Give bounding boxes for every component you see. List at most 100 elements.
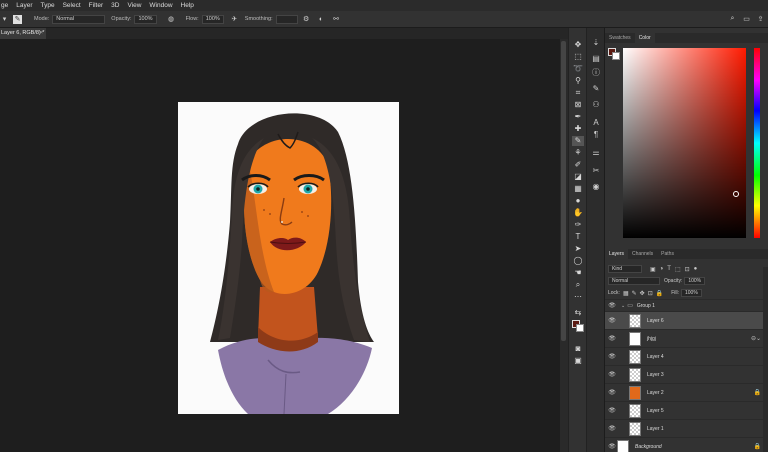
layer-row-jhjgj[interactable]: 👁 jhjgj ⊖⌄	[605, 329, 768, 347]
history-panel-icon[interactable]: ⇣	[590, 38, 602, 48]
workspace-icon[interactable]: ▭	[742, 15, 751, 24]
eye-icon[interactable]: 👁	[607, 302, 617, 309]
eye-icon[interactable]: 👁	[607, 443, 617, 450]
layer-row-background[interactable]: 👁 Background 🔒	[605, 437, 768, 452]
hue-slider[interactable]	[754, 48, 760, 238]
eye-icon[interactable]: 👁	[607, 335, 617, 342]
color-panel-background-swatch[interactable]	[612, 52, 620, 60]
tab-channels[interactable]: Channels	[628, 249, 657, 259]
layer-opacity-field[interactable]: 100%	[684, 277, 706, 285]
color-picker-cursor[interactable]	[733, 191, 739, 197]
airbrush-icon[interactable]: ✈	[230, 15, 239, 24]
eye-icon[interactable]: 👁	[607, 389, 617, 396]
menu-filter[interactable]: Filter	[85, 2, 107, 9]
gear-icon[interactable]: ⚙	[302, 15, 311, 24]
filter-adjustment-icon[interactable]: ◑	[660, 266, 664, 272]
eyedropper-tool-icon[interactable]: ✒	[572, 112, 584, 122]
quick-mask-icon[interactable]: ◙	[572, 344, 584, 354]
layer-row-layer-6[interactable]: 👁 Layer 6	[605, 311, 768, 329]
canvas-scrollbar[interactable]	[560, 39, 568, 452]
layer-row-layer-4[interactable]: 👁 Layer 4	[605, 347, 768, 365]
lock-artboard-icon[interactable]: ⊡	[648, 290, 653, 297]
menu-help[interactable]: Help	[177, 2, 198, 9]
eye-icon[interactable]: 👁	[607, 353, 617, 360]
brush-preset-icon[interactable]: ▾	[0, 15, 9, 24]
path-select-tool-icon[interactable]: ➤	[572, 244, 584, 254]
menu-3d[interactable]: 3D	[107, 2, 123, 9]
tab-paths[interactable]: Paths	[657, 249, 678, 259]
shape-tool-icon[interactable]: ◯	[572, 256, 584, 266]
brush-settings-icon[interactable]: ✎	[13, 14, 22, 24]
marquee-tool-icon[interactable]: ⬚	[572, 52, 584, 62]
tab-color[interactable]: Color	[634, 33, 655, 43]
screen-mode-icon[interactable]: ▣	[572, 356, 584, 366]
history-brush-tool-icon[interactable]: ✐	[572, 160, 584, 170]
eye-icon[interactable]: 👁	[607, 425, 617, 432]
color-swap-icon[interactable]: ⇆	[572, 308, 584, 318]
search-icon[interactable]: ⌕	[728, 15, 737, 24]
menu-layer[interactable]: Layer	[12, 2, 36, 9]
filter-pixel-icon[interactable]: ▣	[650, 266, 656, 273]
menu-type[interactable]: Type	[37, 2, 59, 9]
dodge-tool-icon[interactable]: ✋	[572, 208, 584, 218]
fill-field[interactable]: 100%	[680, 289, 702, 297]
crop-tool-icon[interactable]: ⌗	[572, 88, 584, 98]
tab-layers[interactable]: Layers	[605, 249, 629, 259]
layer-filter-select[interactable]: Kind	[608, 265, 642, 273]
more-tools-icon[interactable]: ⋯	[572, 292, 584, 302]
eraser-tool-icon[interactable]: ◪	[572, 172, 584, 182]
chevron-down-icon[interactable]: ⌄	[621, 303, 625, 309]
menu-window[interactable]: Window	[145, 2, 176, 9]
background-color-swatch[interactable]	[576, 324, 584, 332]
eye-icon[interactable]: 👁	[607, 407, 617, 414]
lock-transparent-icon[interactable]: ▦	[623, 290, 629, 297]
opacity-field[interactable]: 100%	[134, 14, 157, 24]
brush-settings-panel-icon[interactable]: ✎	[590, 84, 602, 94]
layer-row-layer-5[interactable]: 👁 Layer 5	[605, 401, 768, 419]
paragraph-panel-icon[interactable]: ¶	[590, 130, 602, 140]
canvas-area[interactable]	[0, 39, 560, 452]
info-panel-icon[interactable]: ⓘ	[590, 68, 602, 78]
blend-mode-select[interactable]: Normal	[608, 277, 660, 285]
layer-row-layer-2[interactable]: 👁 Layer 2 🔒	[605, 383, 768, 401]
lock-pixels-icon[interactable]: ✎	[632, 290, 637, 297]
brush-tool-icon[interactable]: ✎	[572, 136, 584, 146]
lasso-tool-icon[interactable]: ➰	[572, 64, 584, 74]
pen-tool-icon[interactable]: ✑	[572, 220, 584, 230]
eye-icon[interactable]: 👁	[607, 371, 617, 378]
scrollbar-thumb[interactable]	[561, 41, 566, 341]
filter-smart-icon[interactable]: ⊡	[685, 266, 690, 273]
blur-tool-icon[interactable]: ●	[572, 196, 584, 206]
filter-toggle-icon[interactable]: ●	[694, 266, 698, 272]
clone-source-panel-icon[interactable]: ⚇	[590, 100, 602, 110]
pressure-size-icon[interactable]: ◐	[317, 15, 326, 24]
tool-presets-panel-icon[interactable]: ✂	[590, 166, 602, 176]
zoom-tool-icon[interactable]: ⌕	[572, 280, 584, 290]
eye-icon[interactable]: 👁	[607, 317, 617, 324]
filter-shape-icon[interactable]: ⬚	[675, 266, 681, 273]
hand-tool-icon[interactable]: ☚	[572, 268, 584, 278]
smoothing-field[interactable]	[275, 14, 298, 24]
frame-tool-icon[interactable]: ⊠	[572, 100, 584, 110]
menu-select[interactable]: Select	[59, 2, 85, 9]
adjustments-panel-icon[interactable]: ⚌	[590, 148, 602, 158]
mode-select[interactable]: Normal	[52, 14, 106, 24]
quick-select-tool-icon[interactable]: ⚲	[572, 76, 584, 86]
document-canvas[interactable]	[178, 102, 399, 414]
libraries-panel-icon[interactable]: ◉	[590, 182, 602, 192]
symmetry-icon[interactable]: ⚯	[332, 15, 341, 24]
layer-row-group-1[interactable]: 👁 ⌄ ▭ Group 1	[605, 299, 768, 311]
menu-view[interactable]: View	[123, 2, 145, 9]
filter-type-icon[interactable]: T	[667, 266, 671, 272]
close-tab-icon[interactable]: ×	[40, 28, 43, 39]
lock-all-icon[interactable]: 🔒	[656, 290, 663, 297]
clone-tool-icon[interactable]: ⚘	[572, 148, 584, 158]
document-tab[interactable]: Layer 6, RGB/8) * ×	[0, 28, 46, 39]
flow-field[interactable]: 100%	[201, 14, 224, 24]
layer-row-layer-1[interactable]: 👁 Layer 1	[605, 419, 768, 437]
color-picker-field[interactable]	[623, 48, 746, 238]
lock-position-icon[interactable]: ✥	[640, 290, 645, 297]
gradient-tool-icon[interactable]: ▦	[572, 184, 584, 194]
character-panel-icon[interactable]: A	[590, 118, 602, 128]
type-tool-icon[interactable]: T	[572, 232, 584, 242]
